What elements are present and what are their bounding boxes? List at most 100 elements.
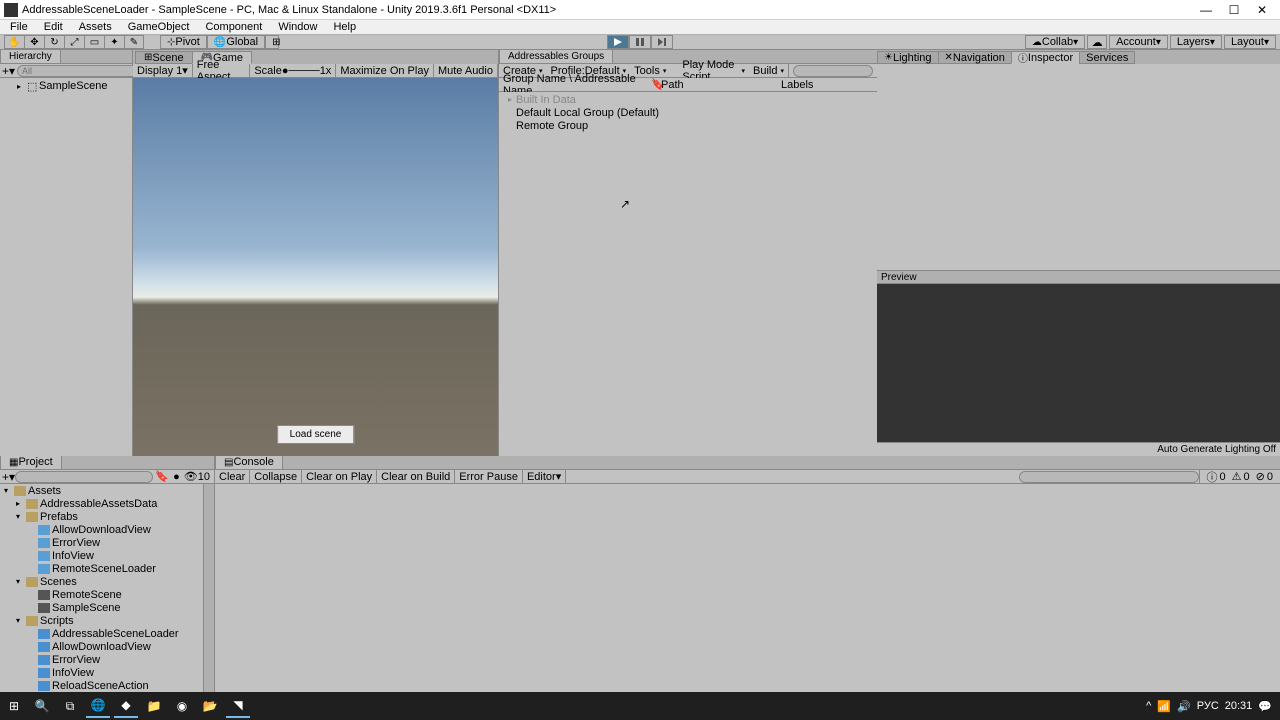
task-vs[interactable]: ◥ xyxy=(226,694,250,718)
hierarchy-tab[interactable]: Hierarchy xyxy=(0,50,61,64)
project-item[interactable]: AddressableSceneLoader xyxy=(0,627,214,640)
tray-sound-icon[interactable]: 🔊 xyxy=(1177,700,1191,713)
menu-gameobject[interactable]: GameObject xyxy=(120,20,198,34)
maximize-toggle[interactable]: Maximize On Play xyxy=(336,64,434,78)
project-tab[interactable]: ▦ Project xyxy=(0,456,62,470)
minimize-button[interactable]: — xyxy=(1192,1,1220,19)
addr-item-remote[interactable]: Remote Group xyxy=(500,119,876,132)
error-count[interactable]: ⊘0 xyxy=(1253,470,1276,483)
rect-tool[interactable]: ▭ xyxy=(84,35,104,49)
lighting-tab[interactable]: ☀ Lighting xyxy=(877,51,939,64)
project-hidden[interactable]: 👁10 xyxy=(182,470,212,483)
warn-count[interactable]: ⚠0 xyxy=(1229,470,1253,483)
move-tool[interactable]: ✥ xyxy=(24,35,44,49)
console-clear-build[interactable]: Clear on Build xyxy=(377,470,455,484)
menu-file[interactable]: File xyxy=(2,20,36,34)
addr-col-labels[interactable]: Labels xyxy=(777,79,817,91)
search-button[interactable]: 🔍 xyxy=(30,694,54,718)
taskview-button[interactable]: ⧉ xyxy=(58,694,82,718)
menu-window[interactable]: Window xyxy=(270,20,325,34)
project-filter-icon[interactable]: ● xyxy=(171,471,182,483)
inspector-tab[interactable]: ⓘ Inspector xyxy=(1011,51,1080,64)
tray-expand-icon[interactable]: ^ xyxy=(1146,700,1151,712)
game-viewport[interactable]: Load scene xyxy=(133,78,498,456)
cloud-button[interactable]: ☁ xyxy=(1087,35,1107,49)
tray-network-icon[interactable]: 📶 xyxy=(1157,700,1171,713)
scene-item[interactable]: ▸ ⬚ SampleScene xyxy=(1,79,131,93)
play-button[interactable] xyxy=(607,35,629,49)
pivot-toggle[interactable]: ⊹Pivot xyxy=(160,35,207,49)
pause-button[interactable] xyxy=(629,35,651,49)
project-item[interactable]: ▾Assets xyxy=(0,484,214,497)
menu-assets[interactable]: Assets xyxy=(71,20,120,34)
services-tab[interactable]: Services xyxy=(1079,51,1135,64)
tray-time[interactable]: 20:31 xyxy=(1225,700,1253,712)
task-unity[interactable]: ◆ xyxy=(114,694,138,718)
project-item[interactable]: ▾Scenes xyxy=(0,575,214,588)
addressables-tab[interactable]: Addressables Groups xyxy=(499,50,613,64)
project-item[interactable]: ▾Scripts xyxy=(0,614,214,627)
addr-search[interactable] xyxy=(793,65,873,77)
layers-dropdown[interactable]: Layers ▾ xyxy=(1170,35,1222,49)
task-explorer[interactable]: 📁 xyxy=(142,694,166,718)
console-clear[interactable]: Clear xyxy=(215,470,250,484)
navigation-tab[interactable]: ✕ Navigation xyxy=(938,51,1012,64)
create-button[interactable]: +▾ xyxy=(2,64,15,78)
menu-edit[interactable]: Edit xyxy=(36,20,71,34)
display-dropdown[interactable]: Display 1 ▾ xyxy=(133,64,193,78)
console-tab[interactable]: ▤ Console xyxy=(215,456,283,470)
console-editor[interactable]: Editor ▾ xyxy=(523,470,566,484)
aspect-dropdown[interactable]: Free Aspect xyxy=(193,64,251,78)
task-chrome[interactable]: 🌐 xyxy=(86,694,110,718)
transform-tool[interactable]: ✦ xyxy=(104,35,124,49)
close-button[interactable]: ✕ xyxy=(1248,1,1276,19)
addr-item-default[interactable]: Default Local Group (Default) xyxy=(500,106,876,119)
project-item[interactable]: ReloadSceneAction xyxy=(0,679,214,692)
project-item[interactable]: ErrorView xyxy=(0,653,214,666)
tray-notifications-icon[interactable]: 💬 xyxy=(1258,700,1272,713)
addr-build[interactable]: Build xyxy=(749,64,788,78)
load-scene-button[interactable]: Load scene xyxy=(277,425,355,444)
tray-lang[interactable]: РУС xyxy=(1197,700,1219,712)
addr-play-mode[interactable]: Play Mode Script xyxy=(678,64,749,78)
info-count[interactable]: ⓘ0 xyxy=(1204,469,1229,485)
project-item[interactable]: InfoView xyxy=(0,666,214,679)
project-fav-icon[interactable]: 🔖 xyxy=(153,470,171,483)
task-app2[interactable]: 📂 xyxy=(198,694,222,718)
scale-slider[interactable]: Scale ●──── 1x xyxy=(250,64,336,78)
snap-toggle[interactable]: ⊞ xyxy=(265,35,279,49)
mute-toggle[interactable]: Mute Audio xyxy=(434,64,498,78)
preview-header[interactable]: Preview xyxy=(877,270,1280,284)
addr-tree[interactable]: ▸Built In Data Default Local Group (Defa… xyxy=(499,92,877,456)
maximize-button[interactable]: ☐ xyxy=(1220,1,1248,19)
collab-dropdown[interactable]: ☁Collab ▾ xyxy=(1025,35,1085,49)
global-toggle[interactable]: 🌐Global xyxy=(207,35,265,49)
console-search[interactable] xyxy=(1019,471,1199,483)
console-error-pause[interactable]: Error Pause xyxy=(455,470,523,484)
project-item[interactable]: RemoteSceneLoader xyxy=(0,562,214,575)
project-item[interactable]: ▸AddressableAssetsData xyxy=(0,497,214,510)
addr-item-builtin[interactable]: ▸Built In Data xyxy=(500,93,876,106)
menu-component[interactable]: Component xyxy=(197,20,270,34)
project-item[interactable]: ▾Prefabs xyxy=(0,510,214,523)
project-search[interactable] xyxy=(15,471,153,483)
console-content[interactable] xyxy=(215,484,1280,692)
step-button[interactable] xyxy=(651,35,673,49)
project-item[interactable]: InfoView xyxy=(0,549,214,562)
project-create[interactable]: +▾ xyxy=(2,470,15,484)
hierarchy-search[interactable] xyxy=(17,65,144,77)
console-collapse[interactable]: Collapse xyxy=(250,470,302,484)
task-app1[interactable]: ◉ xyxy=(170,694,194,718)
project-item[interactable]: AllowDownloadView xyxy=(0,640,214,653)
menu-help[interactable]: Help xyxy=(325,20,364,34)
layout-dropdown[interactable]: Layout ▾ xyxy=(1224,35,1276,49)
addr-col-path[interactable]: Path xyxy=(657,79,777,91)
project-tree[interactable]: ▾Assets▸AddressableAssetsData▾Prefabs All… xyxy=(0,484,214,692)
project-item[interactable]: SampleScene xyxy=(0,601,214,614)
project-item[interactable]: RemoteScene xyxy=(0,588,214,601)
custom-tool[interactable]: ✎ xyxy=(124,35,144,49)
console-clear-play[interactable]: Clear on Play xyxy=(302,470,377,484)
hand-tool[interactable]: ✋ xyxy=(4,35,24,49)
project-item[interactable]: ErrorView xyxy=(0,536,214,549)
scale-tool[interactable]: ⤢ xyxy=(64,35,84,49)
